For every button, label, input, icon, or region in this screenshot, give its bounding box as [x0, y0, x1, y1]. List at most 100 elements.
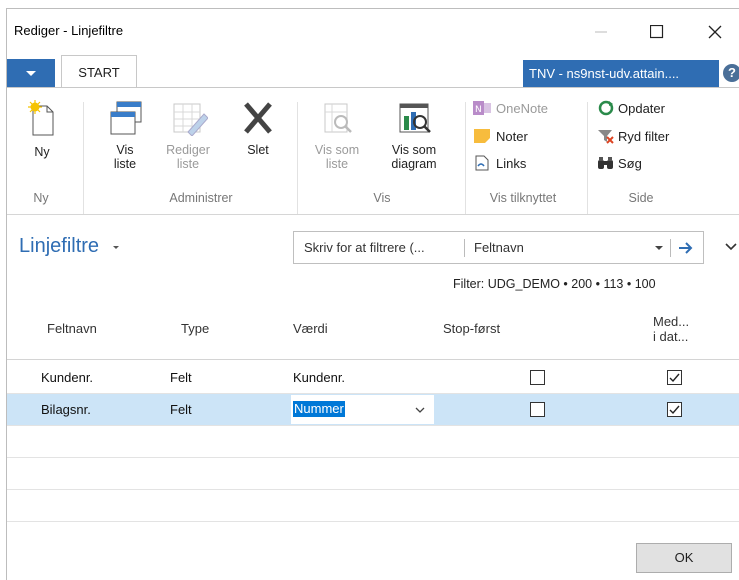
edit-list-icon [173, 103, 209, 137]
empty-row[interactable] [7, 426, 739, 458]
links-icon [475, 155, 489, 171]
search-button[interactable]: Søg [597, 155, 642, 171]
notes-button[interactable]: Noter [473, 128, 528, 144]
column-header-feltnavn[interactable]: Feltnavn [47, 321, 97, 336]
application-menu-button[interactable] [7, 59, 55, 87]
filter-input[interactable]: Skriv for at filtrere (... [304, 240, 425, 255]
view-list-label-2: liste [113, 157, 137, 171]
table-row[interactable]: Kundenr. Felt Kundenr. [7, 362, 739, 394]
minimize-icon [595, 31, 607, 33]
clear-filter-button[interactable]: Ryd filter [597, 128, 669, 144]
delete-icon [244, 102, 272, 134]
group-label-vis-tilknyttet: Vis tilknyttet [489, 191, 557, 205]
filter-divider [464, 239, 465, 257]
column-header-med[interactable]: Med... i dat... [653, 314, 689, 344]
clear-filter-icon [598, 130, 614, 144]
refresh-label: Opdater [618, 100, 665, 116]
search-label: Søg [618, 155, 642, 171]
page-title-text: Linjefiltre [19, 235, 100, 257]
empty-row[interactable] [7, 458, 739, 490]
column-header-vaerdi[interactable]: Værdi [293, 321, 328, 336]
column-header-med-line2: i dat... [653, 329, 689, 344]
title-bar: Rediger - Linjefiltre [7, 9, 739, 55]
checkmark-icon [669, 405, 680, 415]
close-button[interactable] [693, 17, 737, 47]
value-dropdown[interactable]: Nummer [291, 395, 434, 424]
ribbon-divider [83, 102, 84, 214]
cell-feltnavn: Kundenr. [41, 370, 94, 385]
ok-button[interactable]: OK [636, 543, 732, 573]
view-list-label-1: Vis [116, 143, 134, 157]
show-as-list-button[interactable]: Vis som liste [309, 100, 365, 171]
view-list-button[interactable]: Vis liste [103, 100, 147, 171]
column-header-stop-foerst[interactable]: Stop-først [443, 321, 500, 336]
delete-button[interactable]: Slet [237, 100, 279, 157]
table-row[interactable]: Bilagsnr. Felt Nummer [7, 394, 739, 426]
cell-type: Felt [170, 370, 192, 385]
ribbon-divider [297, 102, 298, 214]
group-label-ny: Ny [33, 191, 49, 205]
show-as-list-icon [324, 103, 352, 133]
show-as-chart-label-1: Vis som [391, 143, 437, 157]
stop-first-checkbox[interactable] [530, 402, 545, 417]
binoculars-icon [598, 157, 613, 169]
chevron-down-icon[interactable] [654, 244, 664, 252]
value-dropdown-text[interactable]: Nummer [293, 401, 345, 417]
group-label-vis: Vis [373, 191, 391, 205]
empty-row[interactable] [7, 490, 739, 522]
help-icon[interactable]: ? [723, 64, 739, 82]
clear-filter-label: Ryd filter [618, 128, 670, 144]
ribbon: Ny Ny Vis liste Rediger liste Slet Admin… [7, 87, 739, 215]
window-title: Rediger - Linjefiltre [14, 23, 124, 38]
refresh-button[interactable]: Opdater [597, 100, 665, 116]
header-divider [7, 359, 739, 360]
checkmark-icon [669, 373, 680, 383]
svg-text:N: N [475, 105, 482, 115]
new-document-icon [28, 100, 54, 136]
new-label: Ny [34, 145, 50, 159]
close-icon [708, 25, 722, 39]
view-list-icon [110, 101, 142, 135]
arrow-right-icon[interactable] [678, 241, 694, 255]
page-title[interactable]: Linjefiltre [19, 235, 121, 258]
dialog-window: Rediger - Linjefiltre START TNV - ns9nst… [6, 8, 739, 580]
notes-label: Noter [496, 128, 528, 144]
filter-bar: Skriv for at filtrere (... Feltnavn [293, 231, 704, 264]
column-header-med-line1: Med... [653, 314, 690, 329]
expand-chevron-icon[interactable] [725, 242, 737, 252]
filter-summary: Filter: UDG_DEMO • 200 • 113 • 100 [453, 277, 656, 291]
show-as-list-label-1: Vis som [314, 143, 360, 157]
edit-list-label-1: Rediger [166, 143, 210, 157]
links-button[interactable]: Links [473, 155, 526, 171]
ribbon-divider [465, 102, 466, 214]
show-as-chart-button[interactable]: Vis som diagram [383, 100, 445, 171]
maximize-icon [650, 25, 664, 39]
notes-icon [474, 129, 490, 143]
include-checkbox[interactable] [667, 370, 682, 385]
show-as-chart-icon [399, 103, 431, 133]
cell-vaerdi[interactable]: Kundenr. [293, 370, 345, 385]
tab-start[interactable]: START [61, 55, 137, 88]
cell-type: Felt [170, 402, 192, 417]
maximize-button[interactable] [635, 17, 679, 47]
show-as-list-label-2: liste [325, 157, 349, 171]
stop-first-checkbox[interactable] [530, 370, 545, 385]
group-label-administrer: Administrer [169, 191, 233, 205]
filter-divider [670, 239, 671, 257]
connection-badge[interactable]: TNV - ns9nst-udv.attain.... [523, 60, 719, 88]
onenote-label: OneNote [496, 100, 549, 116]
edit-list-button[interactable]: Rediger liste [162, 100, 214, 171]
cell-feltnavn: Bilagsnr. [41, 402, 91, 417]
chevron-down-icon [112, 245, 119, 249]
new-button[interactable]: Ny [21, 100, 63, 159]
chevron-down-icon[interactable] [415, 407, 425, 415]
refresh-icon [598, 100, 614, 116]
delete-label: Slet [247, 143, 269, 157]
ribbon-divider [587, 102, 588, 214]
onenote-icon: N [473, 101, 491, 115]
onenote-button[interactable]: N OneNote [473, 100, 548, 116]
include-checkbox[interactable] [667, 402, 682, 417]
minimize-button[interactable] [579, 17, 623, 47]
filter-field-select[interactable]: Feltnavn [474, 240, 524, 255]
column-header-type[interactable]: Type [181, 321, 209, 336]
